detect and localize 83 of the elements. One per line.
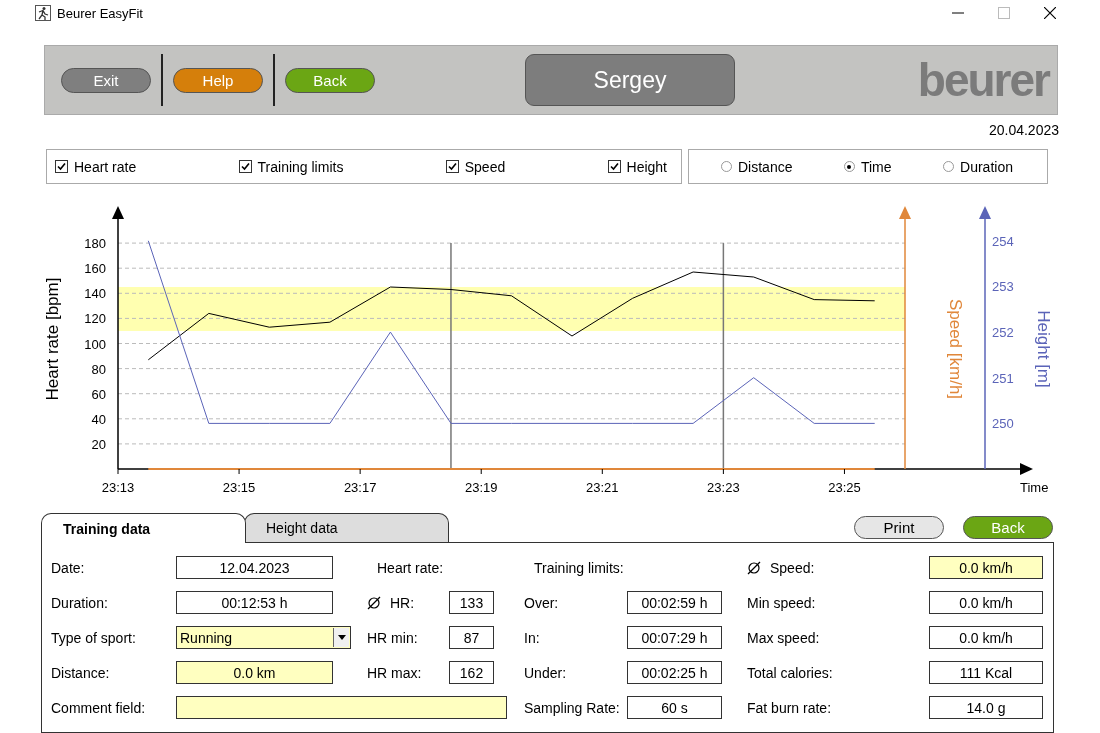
field-label: Under: — [524, 664, 567, 681]
checkbox[interactable] — [607, 160, 621, 173]
header-button[interactable]: Exit — [61, 67, 151, 93]
field-label: Distance: — [51, 664, 110, 681]
value-field[interactable]: 87 — [449, 626, 494, 649]
y-tick-label: 250 — [992, 416, 1014, 432]
y-tick-label: 254 — [992, 233, 1014, 249]
value-field[interactable]: 0.0 km/h — [929, 556, 1043, 579]
x-tick-label: 23:19 — [464, 480, 498, 495]
tab[interactable]: Training data — [41, 513, 246, 543]
secondary-axis-title: Speed [km/h] — [946, 298, 965, 400]
current-date: 20.04.2023 — [988, 122, 1059, 138]
y-tick-label: 253 — [992, 279, 1014, 295]
window-title: Beurer EasyFit — [57, 5, 143, 21]
value-field[interactable]: 00:07:29 h — [627, 626, 722, 649]
radio-label: Time — [860, 158, 892, 175]
field-label: Date: — [51, 559, 85, 576]
field-label: Max speed: — [747, 629, 820, 646]
y-tick-label: 100 — [84, 336, 106, 352]
checkbox[interactable] — [55, 160, 68, 173]
field-label: Duration: — [51, 594, 108, 611]
x-tick-label: 23:21 — [586, 480, 619, 495]
field-label: HR: — [390, 594, 415, 611]
field-label: Type of sport: — [51, 629, 136, 646]
checkbox[interactable] — [445, 160, 459, 173]
checkbox-label: Heart rate — [74, 158, 137, 175]
field-label: Training limits: — [534, 559, 624, 576]
value-field[interactable]: 0.0 km — [176, 661, 333, 684]
field-label: HR min: — [367, 629, 418, 646]
tab[interactable]: Height data — [244, 513, 449, 542]
close-icon[interactable] — [1044, 7, 1056, 19]
checkbox-label: Speed — [464, 158, 506, 175]
field-label: Min speed: — [747, 594, 816, 611]
field-label: Total calories: — [747, 664, 833, 681]
field-label: In: — [524, 629, 540, 646]
y-tick-label: 140 — [84, 286, 106, 302]
field-label: Heart rate: — [377, 559, 444, 576]
comment-field[interactable] — [176, 696, 507, 719]
y-tick-label: 20 — [91, 436, 106, 452]
y-tick-label: 80 — [91, 361, 106, 377]
value-field[interactable]: 133 — [449, 591, 494, 614]
value-field[interactable]: 00:12:53 h — [176, 591, 333, 614]
value-field[interactable]: 162 — [449, 661, 494, 684]
value-field[interactable]: 111 Kcal — [929, 661, 1043, 684]
x-tick-label: 23:25 — [828, 480, 861, 495]
x-tick-label: 23:13 — [101, 480, 135, 495]
field-label: Fat burn rate: — [747, 699, 832, 716]
y-tick-label: 180 — [84, 236, 106, 252]
value-field[interactable]: 12.04.2023 — [176, 556, 333, 579]
y-tick-label: 160 — [84, 261, 106, 277]
user-name-panel: Sergey — [525, 54, 735, 106]
field-label: Sampling Rate: — [524, 699, 620, 716]
radio-label: Duration — [960, 158, 1013, 175]
y-tick-label: 120 — [84, 311, 106, 327]
checkbox[interactable] — [238, 160, 252, 173]
x-tick-label: 23:17 — [343, 480, 377, 495]
y-tick-label: 40 — [91, 411, 106, 427]
brand-logo: beurer — [917, 53, 1049, 107]
sport-dropdown[interactable]: Running — [176, 626, 351, 649]
field-label: Comment field: — [51, 699, 146, 716]
field-label: Over: — [524, 594, 559, 611]
checkbox-label: Height — [626, 158, 667, 175]
value-field[interactable]: 0.0 km/h — [929, 591, 1043, 614]
y-tick-label: 60 — [91, 386, 106, 402]
y-axis-title: Heart rate [bpm] — [43, 277, 62, 401]
runner-icon — [35, 5, 51, 21]
caret-icon — [337, 635, 346, 640]
field-label: Speed: — [770, 559, 815, 576]
y-tick-label: 251 — [992, 370, 1014, 386]
radio-label: Distance — [738, 158, 793, 175]
y-tick-label: 252 — [992, 325, 1014, 341]
checkbox-label: Training limits — [257, 158, 344, 175]
value-field[interactable]: 60 s — [627, 696, 722, 719]
x-tick-label: 23:15 — [222, 480, 256, 495]
value-field[interactable]: 0.0 km/h — [929, 626, 1043, 649]
x-axis-title: Time — [1020, 480, 1049, 495]
field-label: HR max: — [367, 664, 422, 681]
value-field[interactable]: 00:02:59 h — [627, 591, 722, 614]
secondary-axis-title: Height [m] — [1034, 310, 1053, 388]
action-button[interactable]: Print — [854, 516, 944, 539]
value-field[interactable]: 00:02:25 h — [627, 661, 722, 684]
value-field[interactable]: 14.0 g — [929, 696, 1043, 719]
x-tick-label: 23:23 — [707, 480, 740, 495]
